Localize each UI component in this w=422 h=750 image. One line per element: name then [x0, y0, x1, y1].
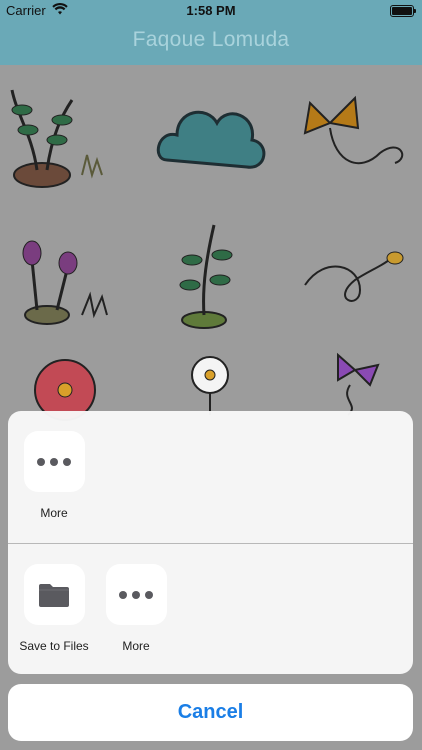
- action-label: More: [122, 639, 150, 653]
- cancel-button[interactable]: Cancel: [8, 684, 413, 741]
- clock: 1:58 PM: [186, 3, 236, 18]
- status-bar: Carrier 1:58 PM: [0, 0, 422, 22]
- app-more-action[interactable]: More: [14, 431, 94, 520]
- cloud-illustration[interactable]: [152, 85, 272, 205]
- battery-icon: [390, 5, 416, 17]
- plant-illustration[interactable]: [2, 75, 122, 195]
- action-label: Save to Files: [19, 639, 89, 653]
- nav-title: Faqoue Lomuda: [132, 28, 290, 51]
- sprout-illustration[interactable]: [152, 215, 272, 335]
- bee-illustration[interactable]: [300, 225, 420, 345]
- row-divider: [8, 543, 413, 544]
- more-action[interactable]: More: [96, 564, 176, 653]
- more-tile[interactable]: [105, 564, 167, 625]
- share-sheet: More Save to Files More: [8, 411, 413, 674]
- folder-icon: [39, 583, 69, 607]
- save-to-files-tile[interactable]: [23, 564, 85, 625]
- tulips-illustration[interactable]: [2, 215, 122, 335]
- save-to-files-action[interactable]: Save to Files: [14, 564, 94, 653]
- more-icon: [119, 590, 153, 599]
- top-bar: Carrier 1:58 PM Faqoue Lomuda: [0, 0, 422, 65]
- more-icon: [37, 457, 71, 466]
- butterfly-illustration[interactable]: [300, 83, 420, 203]
- action-label: More: [40, 506, 68, 520]
- more-tile[interactable]: [23, 431, 85, 492]
